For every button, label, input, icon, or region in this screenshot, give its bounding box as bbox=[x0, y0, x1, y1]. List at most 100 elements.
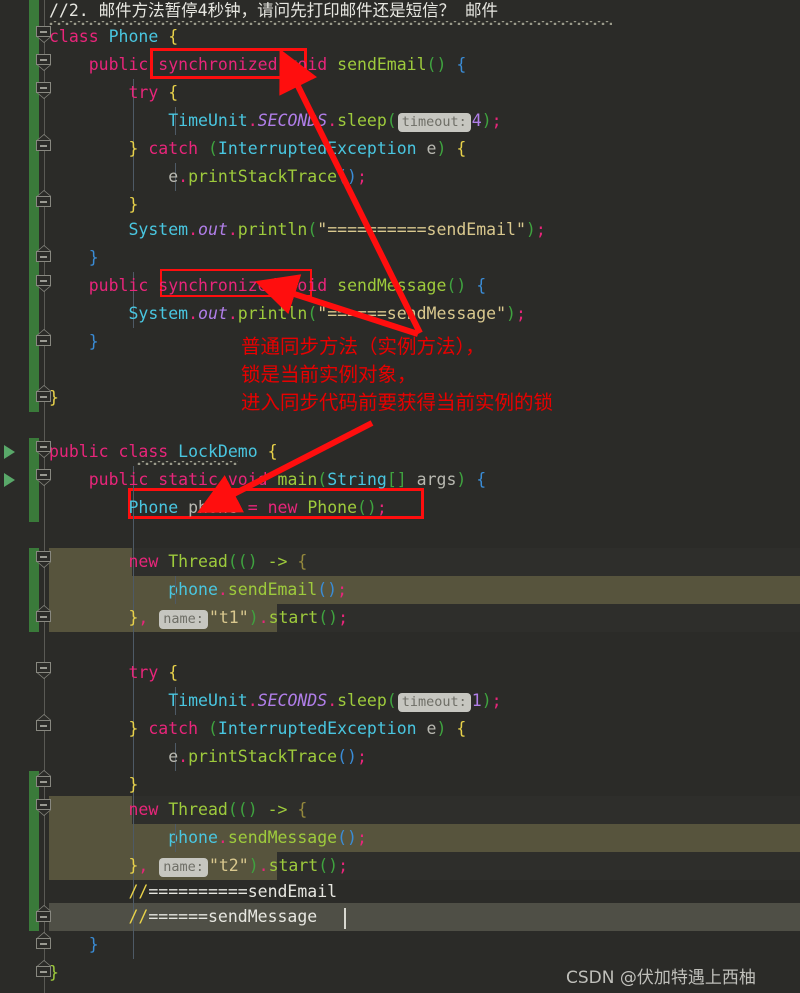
code-line-comment-message[interactable]: //======sendMessage bbox=[49, 903, 800, 931]
fold-marker-class-lockdemo[interactable] bbox=[36, 441, 53, 458]
tok-new-2: new bbox=[128, 552, 159, 571]
code-line-printstack-2[interactable]: e.printStackTrace(); bbox=[49, 743, 800, 771]
code-line-t2-start[interactable]: }, name: "t2").start(); bbox=[49, 852, 800, 880]
tok-e-1: e bbox=[426, 139, 437, 158]
code-line-send-message-call[interactable]: phone.sendMessage(); bbox=[49, 824, 800, 852]
tok-comment-email: ==========sendEmail bbox=[148, 882, 338, 901]
code-line-send-email-call[interactable]: phone.sendEmail(); bbox=[49, 576, 800, 604]
tok-m-sendmessage: sendMessage bbox=[337, 276, 447, 295]
fold-marker-lambda-t2[interactable] bbox=[36, 799, 53, 816]
code-line-thread-t1[interactable]: new Thread(() -> { bbox=[49, 548, 800, 576]
tok-println-1: println bbox=[237, 220, 308, 239]
fold-marker-main-end[interactable] bbox=[36, 932, 53, 949]
code-line-sleep-4[interactable]: TimeUnit.SECONDS.sleep(timeout: 4); bbox=[49, 107, 800, 135]
code-line-sendmessage-close[interactable]: } bbox=[49, 328, 800, 356]
tok-type-lockdemo: LockDemo bbox=[178, 442, 258, 461]
tok-system-1: System bbox=[128, 220, 189, 239]
tok-sleep-1: sleep bbox=[337, 111, 387, 130]
tok-e-2: e bbox=[168, 167, 179, 186]
param-hint-name-t1[interactable]: name: bbox=[159, 610, 208, 629]
fold-marker-sendemail-end[interactable] bbox=[36, 245, 53, 262]
code-line-sendemail-close[interactable]: } bbox=[49, 244, 800, 272]
tok-sleep-2: sleep bbox=[337, 691, 387, 710]
fold-marker-try-2[interactable] bbox=[36, 662, 53, 679]
code-line-main-close[interactable]: } bbox=[49, 931, 800, 959]
fold-marker-main[interactable] bbox=[36, 469, 53, 486]
code-line-sleep-1[interactable]: TimeUnit.SECONDS.sleep(timeout: 1); bbox=[49, 687, 800, 715]
run-main-icon[interactable] bbox=[4, 473, 15, 487]
run-class-icon[interactable] bbox=[4, 445, 15, 459]
tok-str-email: "==========sendEmail" bbox=[317, 220, 526, 239]
code-line-sendemail-sig[interactable]: public synchronized void sendEmail() { bbox=[49, 51, 800, 79]
tok-arrow-1: -> bbox=[267, 552, 288, 571]
code-line-sendmessage-sig[interactable]: public synchronized void sendMessage() { bbox=[49, 272, 800, 300]
tok-void-3: void bbox=[227, 470, 268, 489]
code-text-area[interactable]: //2. 邮件方法暂停4秒钟，请问先打印邮件还是短信？ 邮件 class Pho… bbox=[49, 0, 800, 993]
tok-println-2: println bbox=[237, 304, 308, 323]
fold-marker-class-phone-end[interactable] bbox=[36, 385, 53, 402]
tok-str-t2: "t2" bbox=[208, 856, 249, 875]
tok-e-3: e bbox=[426, 719, 437, 738]
code-line-printstack-1[interactable]: e.printStackTrace(); bbox=[49, 163, 800, 191]
param-hint-timeout-2[interactable]: timeout: bbox=[397, 693, 471, 712]
fold-marker-sendemail[interactable] bbox=[36, 54, 53, 71]
fold-marker-try-2-end[interactable] bbox=[36, 714, 53, 731]
tok-e-4: e bbox=[168, 747, 179, 766]
tok-args: args bbox=[416, 470, 457, 489]
tok-catch-1: catch bbox=[148, 139, 199, 158]
tok-ie-1: InterruptedException bbox=[217, 139, 417, 158]
tok-pst-2: printStackTrace bbox=[188, 747, 338, 766]
param-hint-timeout-1[interactable]: timeout: bbox=[397, 113, 471, 132]
tok-comment-message: ======sendMessage bbox=[148, 907, 318, 926]
fold-marker-class-phone[interactable] bbox=[36, 26, 53, 43]
tok-try-1: try bbox=[128, 83, 159, 102]
editor-gutter[interactable] bbox=[0, 0, 51, 993]
code-line-t1-start[interactable]: }, name: "t1").start(); bbox=[49, 604, 800, 632]
param-hint-name-t2[interactable]: name: bbox=[159, 858, 208, 877]
fold-marker-lambda-t2-end[interactable] bbox=[36, 905, 53, 922]
tok-num-1: 1 bbox=[471, 691, 482, 710]
tok-public-2: public bbox=[88, 276, 149, 295]
tok-timeunit-2: TimeUnit bbox=[168, 691, 248, 710]
tok-synchronized-1: synchronized bbox=[158, 55, 278, 74]
code-line-catch-1[interactable]: } catch (InterruptedException e) { bbox=[49, 135, 800, 163]
tok-static: static bbox=[158, 470, 218, 489]
fold-marker-catch-1-end[interactable] bbox=[36, 190, 53, 207]
fold-marker-sendmessage[interactable] bbox=[36, 275, 53, 292]
fold-marker-class-lockdemo-end[interactable] bbox=[36, 960, 53, 977]
fold-marker-lambda-t1-end[interactable] bbox=[36, 605, 53, 622]
code-line-main-sig[interactable]: public static void main(String[] args) { bbox=[49, 466, 800, 494]
code-line-try-1-close[interactable]: } bbox=[49, 191, 800, 219]
fold-marker-try-1-end[interactable] bbox=[36, 134, 53, 151]
fold-marker-try-1[interactable] bbox=[36, 82, 53, 99]
code-line-comment-email[interactable]: //==========sendEmail bbox=[49, 878, 800, 906]
code-line-try-1[interactable]: try { bbox=[49, 79, 800, 107]
tok-main: main bbox=[277, 470, 318, 489]
csdn-watermark: CSDN @伏加特遇上西柚 bbox=[566, 968, 756, 988]
code-line-class-phone[interactable]: class Phone { bbox=[49, 23, 800, 51]
tok-call-sendemail: sendEmail bbox=[227, 580, 318, 599]
tok-public-3: public bbox=[49, 442, 109, 461]
fold-marker-catch-2-end[interactable] bbox=[36, 770, 53, 787]
text-caret bbox=[344, 908, 346, 929]
tok-synchronized-2: synchronized bbox=[158, 276, 278, 295]
tok-ctor-phone: Phone bbox=[307, 498, 357, 517]
code-line-println-message[interactable]: System.out.println("======sendMessage"); bbox=[49, 300, 800, 328]
fold-marker-sendmessage-end[interactable] bbox=[36, 329, 53, 346]
code-line-println-email[interactable]: System.out.println("==========sendEmail"… bbox=[49, 216, 800, 244]
code-line-try-2-close[interactable]: } bbox=[49, 771, 800, 799]
tok-comment-slash-1: // bbox=[128, 882, 149, 901]
tok-system-2: System bbox=[128, 304, 189, 323]
tok-class: class bbox=[49, 27, 99, 46]
code-line-phone-new[interactable]: Phone phone = new Phone(); bbox=[49, 494, 800, 522]
tok-str-t1: "t1" bbox=[208, 608, 249, 627]
tok-thread-1: Thread bbox=[168, 552, 228, 571]
fold-marker-lambda-t1[interactable] bbox=[36, 551, 53, 568]
code-line-class-phone-close[interactable]: } bbox=[49, 384, 800, 412]
code-line-catch-2[interactable]: } catch (InterruptedException e) { bbox=[49, 715, 800, 743]
code-line-try-2[interactable]: try { bbox=[49, 659, 800, 687]
tok-arrow-2: -> bbox=[267, 800, 288, 819]
tok-call-sendmessage: sendMessage bbox=[227, 828, 338, 847]
code-line-thread-t2[interactable]: new Thread(() -> { bbox=[49, 796, 800, 824]
code-editor-screenshot: //2. 邮件方法暂停4秒钟，请问先打印邮件还是短信？ 邮件 class Pho… bbox=[0, 0, 800, 993]
